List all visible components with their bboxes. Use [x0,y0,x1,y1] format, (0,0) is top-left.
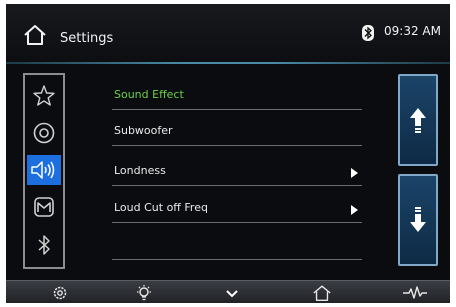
star-icon [33,85,55,106]
menu-item-label: Loud Cut off Freq [114,201,208,214]
category-sidebar [23,73,65,269]
disc-icon [33,122,55,144]
scroll-up-button[interactable] [398,74,438,166]
sidebar-item-disc[interactable] [27,118,61,148]
settings-button[interactable] [50,284,70,302]
menu-item-label: Sound Effect [114,88,184,101]
arrow-up-icon [410,108,426,133]
menu-item-londness[interactable]: Londness [112,160,362,186]
waveform-button[interactable] [402,284,428,302]
bluetooth-icon [362,25,374,45]
divider [112,185,362,186]
home-icon[interactable] [23,24,47,50]
menu-item-subwoofer[interactable]: Subwoofer [112,120,362,146]
brightness-button[interactable] [134,284,154,302]
sidebar-item-audio[interactable] [27,155,61,185]
sidebar-item-bluetooth[interactable] [27,230,61,260]
menu-item-label: Londness [114,164,166,177]
chevron-right-icon [351,168,358,178]
menu-item-label: Subwoofer [114,124,173,137]
divider [112,145,362,146]
chevron-right-icon [351,205,358,215]
collapse-button[interactable] [222,284,242,302]
settings-screen: Settings 09:32 AM Sound Effect Subwoofer… [6,4,450,303]
bluetooth-icon [38,235,50,255]
chevron-down-icon [226,290,238,298]
header-divider [6,62,450,64]
home-icon [313,285,331,301]
scroll-down-button[interactable] [398,174,438,266]
header-bar: Settings 09:32 AM [6,4,450,62]
bottom-toolbar [6,280,450,303]
page-title: Settings [60,31,114,46]
sidebar-item-navigation[interactable] [27,192,61,222]
waveform-icon [403,286,427,299]
divider [112,222,362,223]
menu-item-loud-cut-off-freq[interactable]: Loud Cut off Freq [112,197,362,223]
divider [112,109,362,110]
brightness-icon [137,285,151,301]
speaker-icon [31,161,55,179]
home-button[interactable] [312,284,332,302]
menu-item-empty [112,234,362,260]
navigation-icon [34,197,54,217]
clock-time: 09:32 AM [384,24,441,38]
sidebar-item-favorites[interactable] [27,81,61,111]
arrow-down-icon [410,207,426,232]
menu-item-sound-effect[interactable]: Sound Effect [112,84,362,110]
gear-icon [53,286,67,300]
divider [112,259,362,260]
